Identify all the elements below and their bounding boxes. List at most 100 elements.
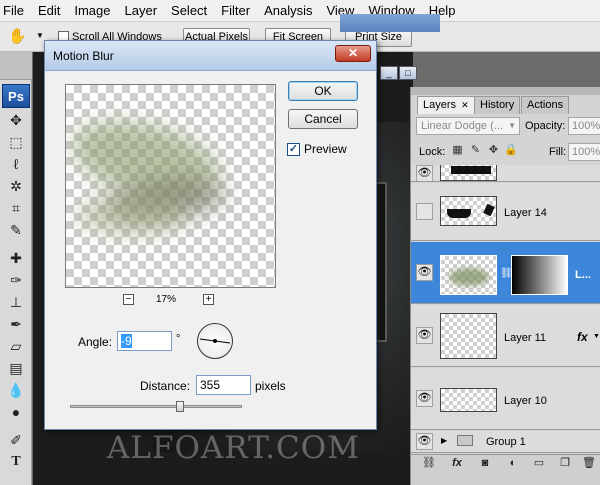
thumbnail-shape xyxy=(451,166,491,174)
layer-row-group[interactable]: 👁 ▶ Group 1 xyxy=(411,431,600,453)
tools-panel: Ps ✥ ⬚ ℓ ✲ ⌗ ✎ ✚ ✑ ⊥ ✒ ▱ ▤ 💧 ● ✐ T xyxy=(0,52,32,485)
tool-preset-chevron-icon[interactable]: ▼ xyxy=(36,31,44,40)
tab-history[interactable]: History xyxy=(474,96,521,114)
tab-close-icon[interactable]: ✕ xyxy=(461,100,469,110)
eraser-icon[interactable]: ▱ xyxy=(6,336,26,356)
eye-icon[interactable]: 👁 xyxy=(416,165,433,181)
distance-input[interactable]: 355 xyxy=(196,375,251,395)
angle-dial[interactable] xyxy=(197,323,233,359)
menu-file[interactable]: File xyxy=(0,0,31,22)
ok-button[interactable]: OK xyxy=(288,81,358,101)
eyedropper-icon[interactable]: ✎ xyxy=(6,220,26,240)
dialog-titlebar[interactable]: Motion Blur ✕ xyxy=(45,41,376,71)
blend-mode-select[interactable]: Linear Dodge (... ▼ xyxy=(416,117,520,135)
opacity-input[interactable]: 100% xyxy=(568,117,600,135)
eye-icon[interactable]: 👁 xyxy=(416,433,433,450)
dodge-icon[interactable]: ● xyxy=(6,402,26,422)
brush-icon[interactable]: ✑ xyxy=(6,270,26,290)
move-icon[interactable]: ✥ xyxy=(6,110,26,130)
tools-panel-grip[interactable] xyxy=(0,52,32,80)
pen-icon[interactable]: ✐ xyxy=(6,430,26,450)
healing-brush-icon[interactable]: ✚ xyxy=(6,248,26,268)
history-brush-icon[interactable]: ✒ xyxy=(6,314,26,334)
sunglasses-shape xyxy=(483,203,495,217)
expand-arrow-icon[interactable]: ▶ xyxy=(441,436,447,445)
close-icon[interactable]: ✕ xyxy=(335,45,371,62)
layer-name: Layer 14 xyxy=(504,207,547,219)
layer-thumbnail xyxy=(440,165,497,181)
menu-analysis[interactable]: Analysis xyxy=(257,0,319,22)
clone-stamp-icon[interactable]: ⊥ xyxy=(6,292,26,312)
tab-layers[interactable]: Layers ✕ xyxy=(417,96,475,114)
dialog-title: Motion Blur xyxy=(53,49,114,63)
sunglasses-shape xyxy=(447,209,471,218)
eye-icon[interactable] xyxy=(416,203,433,220)
blur-icon[interactable]: 💧 xyxy=(6,380,26,400)
menu-filter[interactable]: Filter xyxy=(214,0,257,22)
cancel-button[interactable]: Cancel xyxy=(288,109,358,129)
distance-slider[interactable] xyxy=(70,405,242,408)
lock-paint-icon[interactable]: ✎ xyxy=(469,144,482,157)
layer-mask-thumbnail[interactable] xyxy=(511,255,568,295)
lock-label: Lock: xyxy=(419,146,446,158)
chevron-down-icon: ▼ xyxy=(508,121,516,130)
layer-thumbnail xyxy=(440,313,497,359)
filter-preview[interactable] xyxy=(65,84,276,288)
fx-icon[interactable]: fx xyxy=(577,330,588,344)
menu-image[interactable]: Image xyxy=(67,0,117,22)
crop-icon[interactable]: ⌗ xyxy=(6,198,26,218)
chevron-down-icon[interactable]: ▼ xyxy=(593,333,600,340)
delete-layer-icon[interactable]: 🗑 xyxy=(581,455,597,471)
angle-label: Angle: xyxy=(78,335,113,349)
blur-thumbnail-shape xyxy=(449,268,489,286)
eye-icon[interactable]: 👁 xyxy=(416,327,433,344)
new-layer-icon[interactable]: ❐ xyxy=(557,455,573,471)
adjustment-layer-icon[interactable]: ◐ xyxy=(505,455,521,471)
link-layers-icon[interactable]: ⛓ xyxy=(421,455,437,471)
menu-edit[interactable]: Edit xyxy=(31,0,67,22)
minimize-icon[interactable]: _ xyxy=(380,66,398,80)
preview-checkbox[interactable]: ✓ xyxy=(287,143,300,156)
tab-actions[interactable]: Actions xyxy=(521,96,570,114)
zoom-out-button[interactable]: − xyxy=(123,294,134,305)
angle-input[interactable]: -9 xyxy=(117,331,172,351)
lasso-icon[interactable]: ℓ xyxy=(6,154,26,174)
hand-tool-icon[interactable]: ✋ xyxy=(8,27,27,45)
menu-bar: File Edit Image Layer Select Filter Anal… xyxy=(0,0,600,22)
lock-all-icon[interactable]: 🔒 xyxy=(504,144,518,157)
add-mask-icon[interactable]: ◙ xyxy=(477,455,493,471)
magic-wand-icon[interactable]: ✲ xyxy=(6,176,26,196)
layer-row-selected[interactable]: 👁 ⛓ L... xyxy=(411,242,600,304)
menu-select[interactable]: Select xyxy=(164,0,214,22)
layer-row[interactable]: 👁 Layer 11 fx ▼ xyxy=(411,305,600,367)
layer-name: Group 1 xyxy=(486,436,526,448)
document-titlebar[interactable] xyxy=(340,14,440,32)
layer-thumbnail xyxy=(440,196,497,226)
layer-thumbnail xyxy=(440,388,497,412)
gradient-icon[interactable]: ▤ xyxy=(6,358,26,378)
distance-slider-thumb[interactable] xyxy=(176,401,184,412)
type-icon[interactable]: T xyxy=(6,452,26,472)
eye-icon[interactable]: 👁 xyxy=(416,264,433,281)
fill-input[interactable]: 100% xyxy=(568,143,600,161)
new-group-icon[interactable]: ▭ xyxy=(531,455,547,471)
pixels-label: pixels xyxy=(255,379,286,393)
layer-row[interactable]: 👁 xyxy=(411,165,600,182)
zoom-in-button[interactable]: + xyxy=(203,294,214,305)
lock-transparency-icon[interactable]: ▦ xyxy=(451,144,464,157)
eye-icon[interactable]: 👁 xyxy=(416,390,433,407)
angle-value: -9 xyxy=(121,334,132,348)
fill-label: Fill: xyxy=(549,146,567,158)
blend-mode-value: Linear Dodge (... xyxy=(421,120,503,132)
fx-icon[interactable]: fx xyxy=(449,455,465,471)
maximize-icon[interactable]: □ xyxy=(399,66,417,80)
preview-label: Preview xyxy=(304,142,347,156)
marquee-icon[interactable]: ⬚ xyxy=(6,132,26,152)
layer-row[interactable]: Layer 14 xyxy=(411,183,600,241)
layer-name: Layer 10 xyxy=(504,395,547,407)
zoom-level: 17% xyxy=(156,294,177,305)
layer-row[interactable]: 👁 Layer 10 xyxy=(411,368,600,430)
photoshop-logo: Ps xyxy=(2,84,30,108)
menu-layer[interactable]: Layer xyxy=(118,0,165,22)
lock-position-icon[interactable]: ✥ xyxy=(487,144,500,157)
